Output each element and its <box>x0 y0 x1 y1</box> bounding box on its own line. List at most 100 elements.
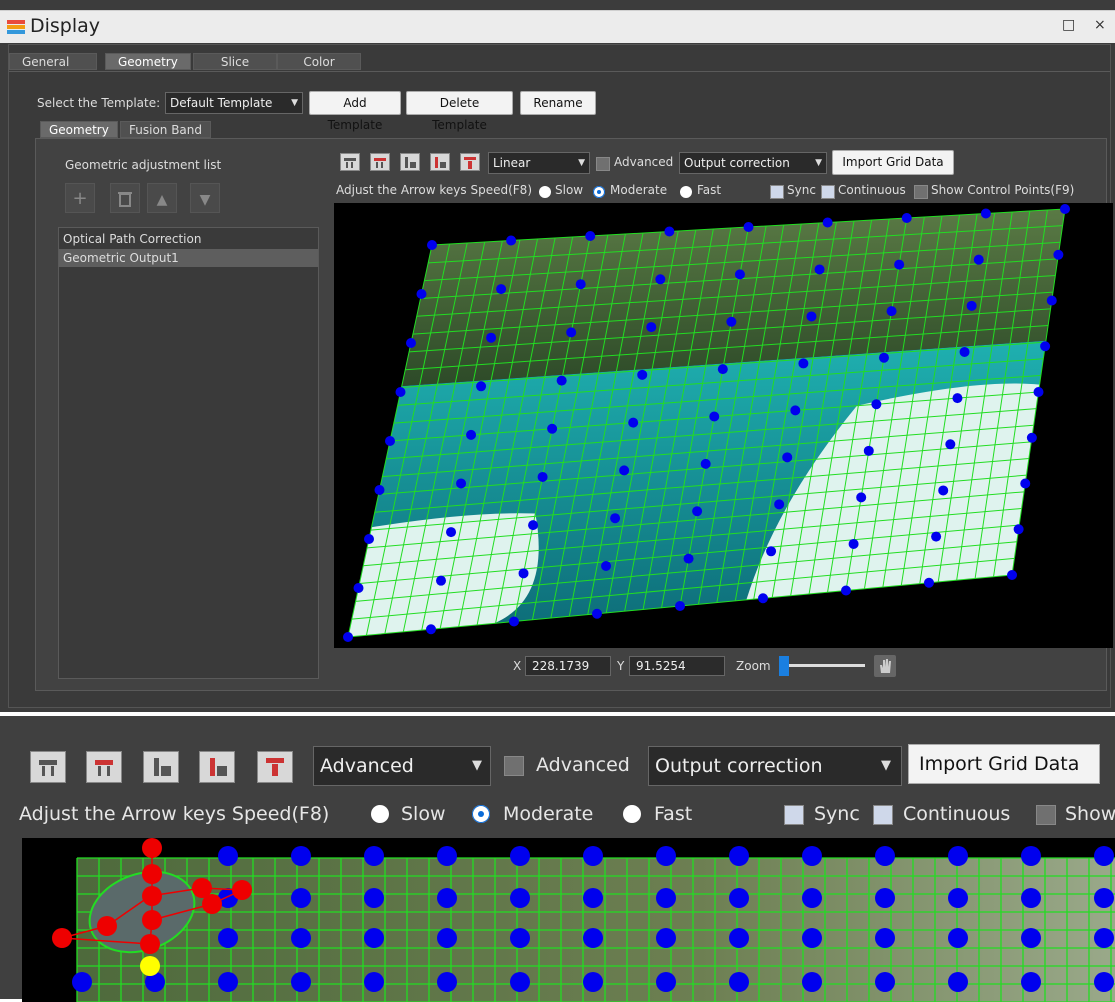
active-control-point[interactable] <box>140 956 160 976</box>
fast-radio-zoomed[interactable] <box>623 805 641 823</box>
fast-radio[interactable] <box>680 184 692 198</box>
geometry-canvas[interactable] <box>334 203 1113 648</box>
control-point[interactable] <box>875 928 895 948</box>
control-point[interactable] <box>364 888 384 908</box>
tab-general[interactable]: General <box>9 53 97 70</box>
control-point[interactable] <box>291 928 311 948</box>
control-point[interactable] <box>802 928 822 948</box>
control-point[interactable] <box>1007 570 1017 580</box>
control-point[interactable] <box>822 217 833 228</box>
control-point[interactable] <box>291 972 311 992</box>
zoom-slider-handle[interactable] <box>779 656 789 676</box>
control-point[interactable] <box>437 888 457 908</box>
control-point[interactable] <box>528 520 539 531</box>
control-point[interactable] <box>980 208 991 219</box>
mode-select-zoomed[interactable]: Advanced ▼ <box>313 746 491 786</box>
control-point[interactable] <box>886 306 897 317</box>
tab-slice[interactable]: Slice <box>193 53 277 70</box>
control-point[interactable] <box>782 452 793 463</box>
continuous-checkbox-zoomed[interactable] <box>873 805 893 825</box>
control-point[interactable] <box>1026 432 1037 443</box>
control-point[interactable] <box>675 601 685 611</box>
maximize-button[interactable]: □ <box>1062 17 1075 33</box>
show-control-points-checkbox[interactable] <box>914 184 928 199</box>
control-point[interactable] <box>218 972 238 992</box>
continuous-checkbox[interactable] <box>821 184 835 199</box>
zoomed-warp-grid[interactable] <box>22 838 1115 1002</box>
control-point[interactable] <box>1021 928 1041 948</box>
control-point[interactable] <box>806 311 817 322</box>
control-point[interactable] <box>948 928 968 948</box>
control-point[interactable] <box>456 478 467 489</box>
control-point[interactable] <box>875 972 895 992</box>
template-icon-3[interactable] <box>143 751 179 783</box>
control-point[interactable] <box>948 888 968 908</box>
control-point[interactable] <box>343 632 353 642</box>
control-point[interactable] <box>1040 341 1051 352</box>
control-point[interactable] <box>72 972 92 992</box>
control-point[interactable] <box>729 888 749 908</box>
control-point[interactable] <box>656 888 676 908</box>
sync-checkbox-zoomed[interactable] <box>784 805 804 825</box>
pan-button[interactable] <box>874 655 896 677</box>
control-point[interactable] <box>566 327 577 338</box>
control-point[interactable] <box>656 846 676 866</box>
control-point[interactable] <box>437 846 457 866</box>
control-point[interactable] <box>798 358 809 369</box>
control-point[interactable] <box>734 269 745 280</box>
control-point[interactable] <box>510 846 530 866</box>
control-point[interactable] <box>364 928 384 948</box>
warp-grid[interactable] <box>334 203 1113 648</box>
control-point[interactable] <box>395 387 406 397</box>
template-icon-1[interactable] <box>30 751 66 783</box>
control-point[interactable] <box>486 332 497 343</box>
template-select[interactable]: Default Template ▼ <box>165 92 303 114</box>
slow-radio[interactable] <box>539 184 551 198</box>
control-point[interactable] <box>700 458 711 469</box>
control-point[interactable] <box>592 608 602 619</box>
control-point[interactable] <box>931 531 942 542</box>
control-point[interactable] <box>364 972 384 992</box>
template-icon-1[interactable] <box>340 153 360 171</box>
control-point[interactable] <box>601 560 612 571</box>
control-point[interactable] <box>1020 478 1031 489</box>
control-point[interactable] <box>802 972 822 992</box>
control-point[interactable] <box>426 624 436 635</box>
selected-control-point[interactable] <box>142 910 162 930</box>
moderate-radio[interactable] <box>593 184 605 198</box>
control-point[interactable] <box>437 928 457 948</box>
advanced-checkbox[interactable] <box>596 156 610 171</box>
move-up-button[interactable]: ▲ <box>147 183 177 213</box>
control-point[interactable] <box>875 846 895 866</box>
subtab-geometry[interactable]: Geometry <box>40 121 118 138</box>
template-icon-5[interactable] <box>257 751 293 783</box>
selected-control-point[interactable] <box>142 864 162 884</box>
template-icon-5[interactable] <box>460 153 480 171</box>
control-point[interactable] <box>291 846 311 866</box>
advanced-checkbox-zoomed[interactable] <box>504 756 524 776</box>
selected-control-point[interactable] <box>142 886 162 906</box>
control-point[interactable] <box>863 445 874 456</box>
control-point[interactable] <box>790 405 801 416</box>
control-point[interactable] <box>952 393 963 404</box>
control-point[interactable] <box>1060 204 1070 214</box>
control-point[interactable] <box>583 972 603 992</box>
control-point[interactable] <box>726 316 737 327</box>
control-point[interactable] <box>406 338 416 348</box>
control-point[interactable] <box>496 284 507 295</box>
selected-control-point[interactable] <box>232 880 252 900</box>
close-button[interactable]: × <box>1094 17 1106 33</box>
control-point[interactable] <box>875 888 895 908</box>
list-item-selected[interactable]: Geometric Output1 <box>59 249 318 267</box>
control-point[interactable] <box>717 364 728 375</box>
moderate-radio-zoomed[interactable] <box>472 805 490 823</box>
control-point[interactable] <box>585 231 596 241</box>
zoomed-canvas[interactable] <box>22 838 1115 1002</box>
control-point[interactable] <box>291 888 311 908</box>
control-point[interactable] <box>1094 972 1114 992</box>
rename-button[interactable]: Rename <box>520 91 596 115</box>
control-point[interactable] <box>518 568 529 579</box>
delete-item-button[interactable] <box>110 183 140 213</box>
control-point[interactable] <box>901 213 912 223</box>
control-point[interactable] <box>353 583 364 593</box>
